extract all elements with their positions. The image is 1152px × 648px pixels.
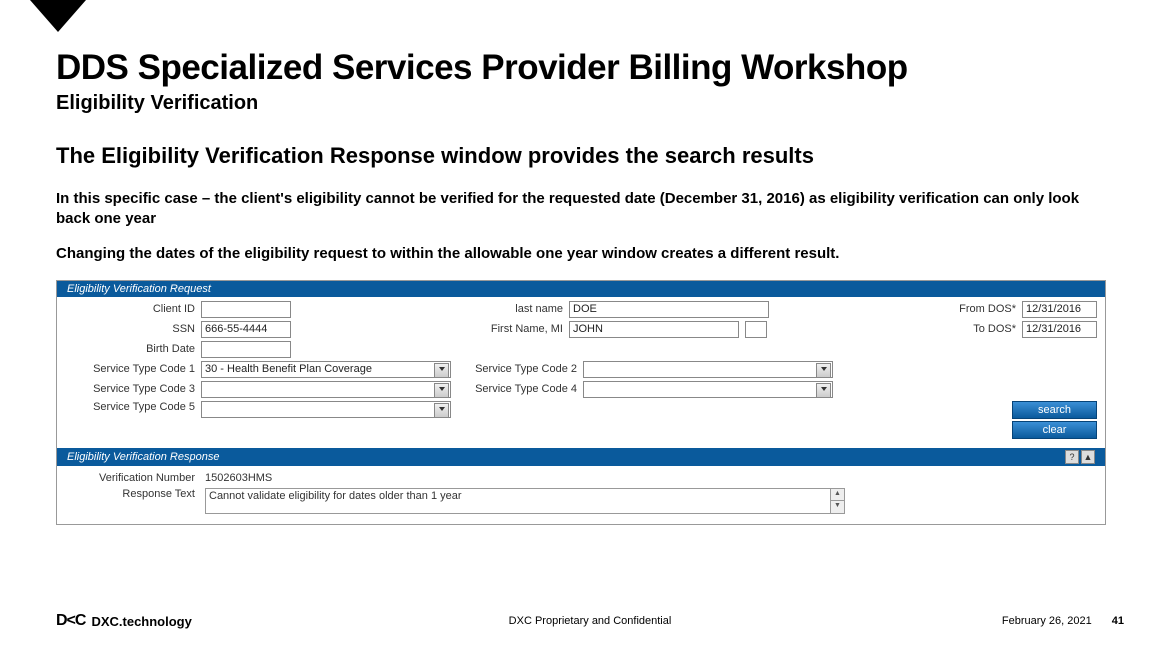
client-id-input[interactable] bbox=[201, 301, 291, 318]
stc2-label: Service Type Code 2 bbox=[457, 363, 577, 375]
body-paragraph-1: In this specific case – the client's eli… bbox=[56, 189, 1104, 228]
help-icon[interactable]: ? bbox=[1065, 450, 1079, 464]
ssn-input[interactable]: 666-55-4444 bbox=[201, 321, 291, 338]
birth-date-label: Birth Date bbox=[65, 343, 195, 355]
slide-marker-triangle bbox=[30, 0, 86, 32]
verification-number-label: Verification Number bbox=[65, 472, 205, 484]
response-text-label: Response Text bbox=[65, 488, 205, 500]
stc3-select[interactable] bbox=[201, 381, 451, 398]
footer-confidential: DXC Proprietary and Confidential bbox=[509, 615, 672, 627]
stc2-select[interactable] bbox=[583, 361, 833, 378]
from-dos-label: From DOS* bbox=[921, 303, 1016, 315]
dxc-logo-mark: D<C bbox=[56, 612, 85, 630]
stc5-select[interactable] bbox=[201, 401, 451, 418]
stc3-label: Service Type Code 3 bbox=[65, 383, 195, 395]
clear-button[interactable]: clear bbox=[1012, 421, 1097, 439]
slide-content: DDS Specialized Services Provider Billin… bbox=[56, 48, 1104, 525]
request-panel-header: Eligibility Verification Request bbox=[57, 281, 1105, 297]
page-subtitle: Eligibility Verification bbox=[56, 92, 1104, 115]
request-panel-title: Eligibility Verification Request bbox=[67, 283, 211, 295]
first-name-mi-label: First Name, MI bbox=[483, 323, 563, 335]
response-panel-title: Eligibility Verification Response bbox=[67, 451, 219, 463]
page-title: DDS Specialized Services Provider Billin… bbox=[56, 48, 1104, 88]
eligibility-form-screenshot: Eligibility Verification Request Client … bbox=[56, 280, 1106, 525]
body-paragraph-2: Changing the dates of the eligibility re… bbox=[56, 244, 1104, 264]
mi-input[interactable] bbox=[745, 321, 767, 338]
stc5-label: Service Type Code 5 bbox=[65, 401, 195, 413]
stc4-label: Service Type Code 4 bbox=[457, 383, 577, 395]
to-dos-label: To DOS* bbox=[921, 323, 1016, 335]
dxc-logo-text: DXC.technology bbox=[91, 614, 191, 629]
to-dos-input[interactable]: 12/31/2016 bbox=[1022, 321, 1097, 338]
last-name-input[interactable]: DOE bbox=[569, 301, 769, 318]
collapse-icon[interactable]: ▲ bbox=[1081, 450, 1095, 464]
from-dos-input[interactable]: 12/31/2016 bbox=[1022, 301, 1097, 318]
dxc-logo: D<C DXC.technology bbox=[56, 612, 192, 630]
ssn-label: SSN bbox=[65, 323, 195, 335]
response-panel-header: Eligibility Verification Response ? ▲ bbox=[57, 448, 1105, 466]
slide-footer: D<C DXC.technology DXC Proprietary and C… bbox=[56, 612, 1124, 630]
footer-page-number: 41 bbox=[1112, 615, 1124, 627]
birth-date-input[interactable] bbox=[201, 341, 291, 358]
response-text-value: Cannot validate eligibility for dates ol… bbox=[209, 490, 462, 502]
request-form-body: Client ID last name DOE From DOS* 12/31/… bbox=[57, 297, 1105, 448]
stc4-select[interactable] bbox=[583, 381, 833, 398]
stc1-select[interactable]: 30 - Health Benefit Plan Coverage bbox=[201, 361, 451, 378]
search-button[interactable]: search bbox=[1012, 401, 1097, 419]
response-body: Verification Number 1502603HMS Response … bbox=[57, 466, 1105, 524]
last-name-label: last name bbox=[483, 303, 563, 315]
client-id-label: Client ID bbox=[65, 303, 195, 315]
first-name-input[interactable]: JOHN bbox=[569, 321, 739, 338]
section-heading: The Eligibility Verification Response wi… bbox=[56, 143, 1104, 169]
stc1-label: Service Type Code 1 bbox=[65, 363, 195, 375]
textarea-scroll-icon[interactable]: ▲▼ bbox=[830, 489, 844, 513]
response-text-box[interactable]: Cannot validate eligibility for dates ol… bbox=[205, 488, 845, 514]
footer-date: February 26, 2021 bbox=[1002, 615, 1092, 627]
verification-number-value: 1502603HMS bbox=[205, 472, 272, 484]
